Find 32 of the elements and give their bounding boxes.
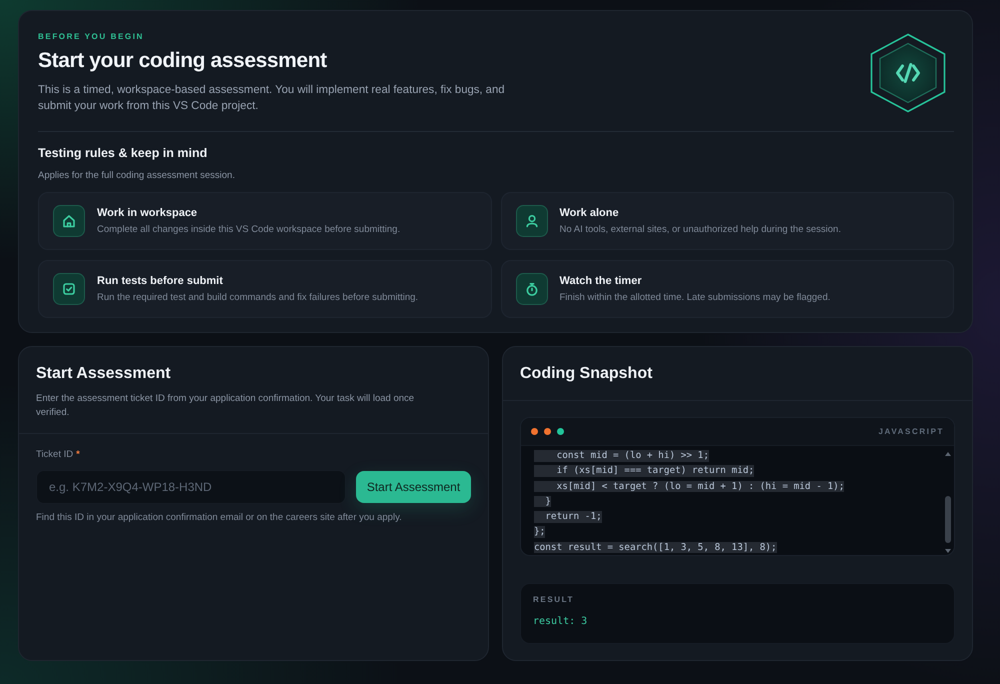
page-title: Start your coding assessment (38, 48, 328, 74)
hexagon-code-icon (870, 33, 946, 113)
eyebrow-label: BEFORE YOU BEGIN (38, 32, 145, 42)
rule-title: Watch the timer (560, 274, 643, 288)
window-dot-icon (544, 428, 551, 435)
language-label: JAVASCRIPT (878, 426, 944, 436)
rule-description: Complete all changes inside this VS Code workspace before submitting. (97, 224, 400, 236)
rule-description: Run the required test and build commands and fix failures before submitting. (97, 292, 418, 304)
house-icon (53, 205, 85, 237)
start-assessment-button[interactable]: Start Assessment (356, 471, 471, 503)
rule-title: Work in workspace (97, 206, 198, 220)
result-label: RESULT (533, 595, 576, 605)
intro-description: This is a timed, workspace-based assessment. You will implement real features, fix bugs, and submit your work from this VS Code project. (38, 83, 506, 114)
rule-title: Run tests before submit (97, 274, 224, 288)
person-icon (516, 205, 548, 237)
rule-description: No AI tools, external sites, or unauthorized help during the session. (560, 224, 841, 236)
rule-description: Finish within the allotted time. Late submissions may be flagged. (560, 292, 830, 304)
section-title: Testing rules & keep in mind (38, 145, 208, 161)
field-label: Ticket ID (36, 449, 74, 461)
required-mark: * (76, 449, 80, 461)
panel-title: Start Assessment (36, 364, 172, 384)
checkbox-icon (53, 273, 85, 305)
stopwatch-icon (516, 273, 548, 305)
window-dot-icon (557, 428, 564, 435)
window-dot-icon (531, 428, 538, 435)
panel-description: Enter the assessment ticket ID from your application confirmation. Your task will load once verified. (36, 392, 416, 420)
field-hint: Find this ID in your application confirmation email or on the careers site after you apply. (36, 512, 403, 524)
panel-title: Coding Snapshot (520, 364, 654, 384)
result-output: result: 3 (533, 616, 588, 628)
rule-title: Work alone (560, 206, 620, 220)
section-subtitle: Applies for the full coding assessment session. (38, 170, 236, 182)
ticket-id-input[interactable]: e.g. K7M2-X9Q4-WP18-H3ND (36, 470, 346, 504)
